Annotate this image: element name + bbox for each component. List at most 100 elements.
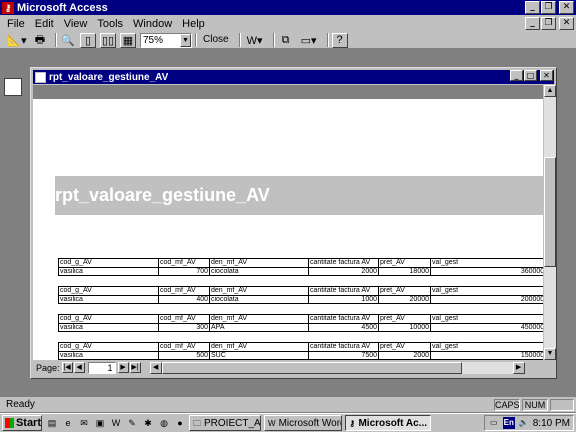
- app-title-bar[interactable]: ⚷ Microsoft Access _ ❐ ✕: [0, 0, 576, 15]
- report-cell: 400: [158, 296, 209, 304]
- paint-icon[interactable]: ✎: [126, 417, 138, 429]
- language-indicator[interactable]: En: [502, 417, 515, 429]
- menu-tools[interactable]: Tools: [92, 18, 128, 30]
- report-header-row: cod_g_AV cod_mf_AV den_mf_AV cantitate fact…: [58, 286, 543, 295]
- report-cell: 18000: [378, 268, 430, 276]
- nu-icon[interactable]: ●: [174, 417, 186, 429]
- vertical-scroll-thumb[interactable]: [544, 157, 556, 267]
- report-record-group: cod_g_AV cod_mf_AV den_mf_AV cantitate fact…: [58, 258, 543, 276]
- num-indicator: NUM: [522, 398, 548, 411]
- task-proiect-av[interactable]: 🗀 PROIECT_AV: [189, 415, 261, 431]
- one-page-icon[interactable]: ▯: [80, 32, 96, 48]
- close-preview-button[interactable]: Close: [200, 33, 232, 48]
- database-window-icon[interactable]: ⧉: [278, 33, 294, 48]
- toolbar-separator: [326, 33, 329, 47]
- report-window-title-bar[interactable]: rpt_valoare_gestiune_AV _ □ ✕: [33, 70, 554, 84]
- column-header: pret_AV: [378, 287, 430, 295]
- scroll-up-icon[interactable]: ▲: [544, 85, 556, 97]
- scroll-right-icon[interactable]: ▶: [512, 361, 525, 374]
- report-cell: 10000: [378, 324, 430, 332]
- doc-restore-button[interactable]: ❐: [541, 17, 556, 30]
- vertical-scrollbar[interactable]: ▲ ▼: [544, 85, 556, 360]
- monitor-icon[interactable]: ▭: [488, 417, 500, 429]
- minimized-window-icon[interactable]: [4, 78, 22, 96]
- folder-icon: 🗀: [193, 418, 201, 428]
- design-view-icon[interactable]: 📐▾: [6, 33, 28, 48]
- page-navigation-bar: Page: |◀ ◀ 1 ▶ ▶| ◀ ▶: [33, 360, 556, 375]
- word-icon[interactable]: W: [110, 417, 122, 429]
- restore-button[interactable]: ❐: [541, 1, 556, 14]
- column-header: val_gest: [430, 343, 543, 351]
- next-page-icon[interactable]: ▶: [117, 362, 129, 373]
- taskbar: Start ▤ e ✉ ▣ W ✎ ✱ ◍ ● 🗀 PROIECT_AV W M…: [0, 413, 576, 432]
- zoom-select[interactable]: 75% ▼: [140, 32, 192, 48]
- settings-icon[interactable]: ✱: [142, 417, 154, 429]
- horizontal-scroll-thumb[interactable]: [161, 361, 462, 374]
- toolbar-separator: [195, 33, 197, 47]
- toolbar-separator: [238, 33, 241, 47]
- column-header: cantitate factura AV: [308, 343, 378, 351]
- task-microsoft-access[interactable]: ⚷ Microsoft Ac...: [345, 415, 431, 431]
- doc-close-button[interactable]: ✕: [559, 17, 574, 30]
- task-label: PROIECT_AV: [204, 417, 261, 429]
- mdi-workspace: rpt_valoare_gestiune_AV _ □ ✕ rpt_valoar…: [0, 50, 576, 380]
- report-minimize-button[interactable]: _: [510, 70, 523, 81]
- toolbar-separator: [272, 33, 275, 47]
- column-header: cod_g_AV: [58, 315, 158, 323]
- start-button[interactable]: Start: [2, 415, 42, 431]
- menu-help[interactable]: Help: [177, 18, 210, 30]
- column-header: den_mf_AV: [209, 287, 308, 295]
- speaker-icon[interactable]: 🔈: [518, 417, 530, 429]
- page-top-margin: [33, 85, 543, 99]
- column-header: cod_mf_AV: [158, 287, 209, 295]
- menu-file[interactable]: File: [2, 18, 30, 30]
- report-preview-area[interactable]: rpt_valoare_gestiune_AV cod_g_AV cod_mf_A…: [33, 85, 543, 360]
- first-page-icon[interactable]: |◀: [61, 362, 73, 373]
- menu-view[interactable]: View: [59, 18, 93, 30]
- print-preview-toolbar: 📐▾ 🖶 🔍 ▯ ▯▯ ▦ 75% ▼ Close W▾ ⧉ ▭▾ ?: [0, 32, 576, 49]
- report-cell: vasilica: [58, 296, 158, 304]
- doc-minimize-button[interactable]: _: [525, 17, 540, 30]
- internet-explorer-icon[interactable]: e: [62, 417, 74, 429]
- menu-window[interactable]: Window: [128, 18, 177, 30]
- menu-edit[interactable]: Edit: [30, 18, 59, 30]
- report-cell: 20000: [378, 296, 430, 304]
- outlook-icon[interactable]: ✉: [78, 417, 90, 429]
- close-button[interactable]: ✕: [559, 1, 574, 14]
- multiple-pages-icon[interactable]: ▦: [120, 32, 136, 48]
- report-value-row: vasilica300APA45001000045000000: [58, 323, 543, 332]
- report-cell: 2000: [378, 352, 430, 360]
- report-cell: 15000000: [430, 352, 543, 360]
- scroll-down-icon[interactable]: ▼: [544, 348, 556, 360]
- minimize-button[interactable]: _: [525, 1, 540, 14]
- scroll-left-icon[interactable]: ◀: [149, 361, 162, 374]
- two-pages-icon[interactable]: ▯▯: [100, 32, 116, 48]
- key-icon: ⚷: [349, 418, 356, 428]
- word-icon: W: [268, 418, 276, 428]
- office-links-icon[interactable]: W▾: [244, 33, 266, 48]
- report-close-button[interactable]: ✕: [540, 70, 553, 81]
- print-icon[interactable]: 🖶: [32, 33, 48, 48]
- toolbar-separator: [55, 33, 57, 47]
- task-microsoft-word[interactable]: W Microsoft Word ...: [264, 415, 342, 431]
- report-record-group: cod_g_AV cod_mf_AV den_mf_AV cantitate fact…: [58, 286, 543, 304]
- chevron-down-icon[interactable]: ▼: [180, 33, 191, 47]
- new-object-icon[interactable]: ▭▾: [298, 33, 320, 48]
- column-header: val_gest: [430, 287, 543, 295]
- report-cell: 45000000: [430, 324, 543, 332]
- clock[interactable]: 8:10 PM: [533, 418, 570, 429]
- page-number-field[interactable]: 1: [87, 361, 116, 374]
- save-icon[interactable]: ▣: [94, 417, 106, 429]
- previous-page-icon[interactable]: ◀: [73, 362, 85, 373]
- horizontal-scrollbar[interactable]: ◀ ▶: [149, 361, 525, 374]
- column-header: den_mf_AV: [209, 315, 308, 323]
- report-maximize-button[interactable]: □: [524, 70, 537, 81]
- report-page: rpt_valoare_gestiune_AV cod_g_AV cod_mf_A…: [33, 85, 543, 360]
- report-cell: 1000: [308, 296, 378, 304]
- last-page-icon[interactable]: ▶|: [129, 362, 141, 373]
- zoom-icon[interactable]: 🔍: [60, 33, 76, 48]
- report-window-title: rpt_valoare_gestiune_AV: [49, 71, 169, 83]
- network-icon[interactable]: ◍: [158, 417, 170, 429]
- show-desktop-icon[interactable]: ▤: [46, 417, 58, 429]
- help-icon[interactable]: ?: [331, 32, 348, 48]
